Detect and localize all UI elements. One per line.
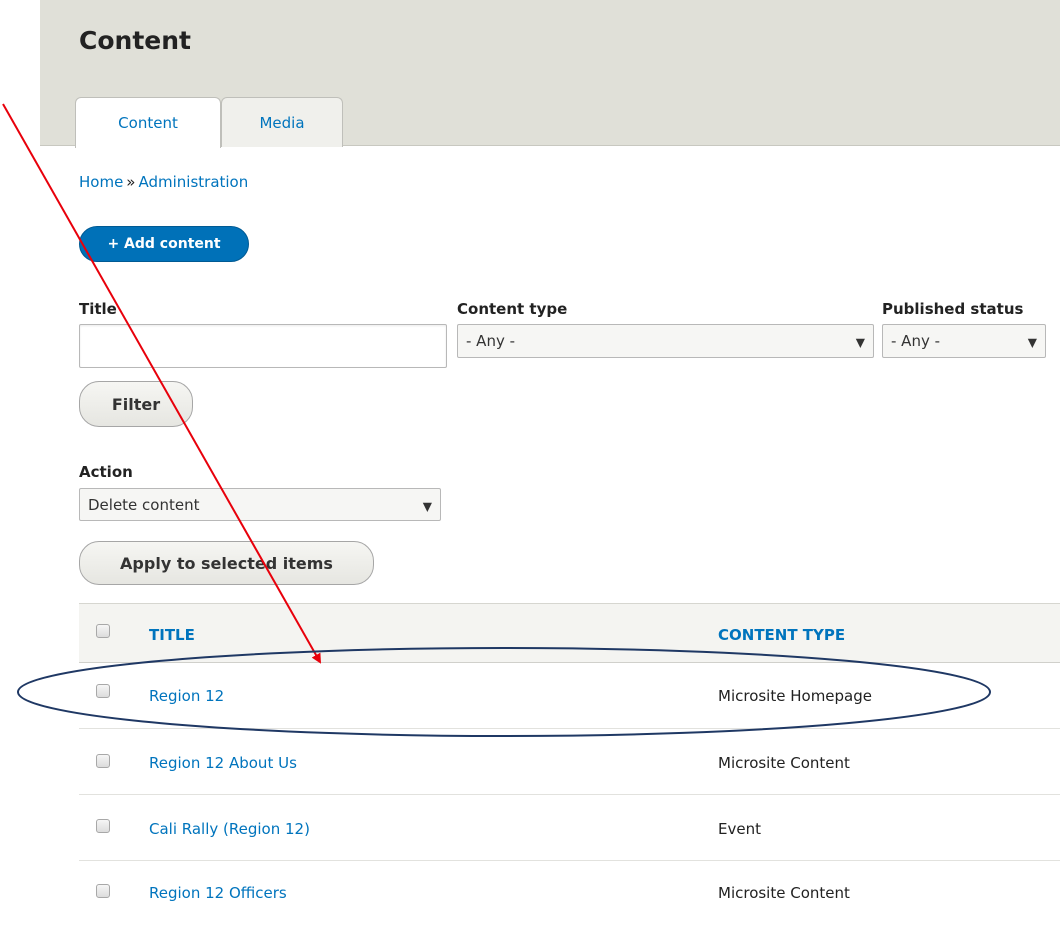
row-content-type: Microsite Content [718, 754, 850, 772]
row-content-type: Microsite Homepage [718, 687, 872, 705]
tab-content[interactable]: Content [75, 97, 221, 148]
caret-down-icon: ▼ [855, 335, 865, 350]
table-row: Region 12 Microsite Homepage [79, 663, 1060, 729]
content-type-value: - Any - [466, 332, 516, 350]
table-row: Region 12 Officers Microsite Content [79, 861, 1060, 927]
action-select[interactable]: Delete content ▼ [79, 488, 441, 521]
row-checkbox[interactable] [96, 884, 110, 898]
content-type-column-header[interactable]: CONTENT TYPE [718, 626, 845, 644]
table-row: Cali Rally (Region 12) Event [79, 795, 1060, 861]
breadcrumb-separator: » [126, 173, 136, 191]
action-label: Action [79, 463, 133, 481]
row-content-type: Event [718, 820, 761, 838]
published-status-select[interactable]: - Any - ▼ [882, 324, 1046, 358]
title-filter-input[interactable] [79, 324, 447, 368]
page-title: Content [79, 26, 191, 55]
published-status-value: - Any - [891, 332, 941, 350]
published-status-label: Published status [882, 300, 1024, 318]
breadcrumb-home-link[interactable]: Home [79, 173, 123, 191]
apply-selected-button[interactable]: Apply to selected items [79, 541, 374, 585]
caret-down-icon: ▼ [422, 498, 432, 513]
add-content-button[interactable]: + Add content [79, 226, 249, 262]
row-title-link[interactable]: Region 12 [149, 687, 224, 705]
content-type-select[interactable]: - Any - ▼ [457, 324, 874, 358]
row-checkbox[interactable] [96, 819, 110, 833]
table-row: Region 12 About Us Microsite Content [79, 729, 1060, 795]
content-type-label: Content type [457, 300, 568, 318]
row-checkbox[interactable] [96, 684, 110, 698]
tab-media[interactable]: Media [221, 97, 343, 147]
breadcrumb: Home» Administration [79, 173, 248, 191]
action-value: Delete content [88, 495, 200, 514]
title-column-header[interactable]: TITLE [149, 626, 195, 644]
filter-button[interactable]: Filter [79, 381, 193, 427]
table-header: TITLE CONTENT TYPE [79, 603, 1060, 663]
row-checkbox[interactable] [96, 754, 110, 768]
breadcrumb-admin-link[interactable]: Administration [138, 173, 248, 191]
row-title-link[interactable]: Cali Rally (Region 12) [149, 820, 310, 838]
title-filter-label: Title [79, 300, 117, 318]
row-title-link[interactable]: Region 12 About Us [149, 754, 297, 772]
row-title-link[interactable]: Region 12 Officers [149, 884, 287, 902]
row-content-type: Microsite Content [718, 884, 850, 902]
caret-down-icon: ▼ [1027, 335, 1037, 350]
select-all-checkbox[interactable] [96, 624, 110, 638]
